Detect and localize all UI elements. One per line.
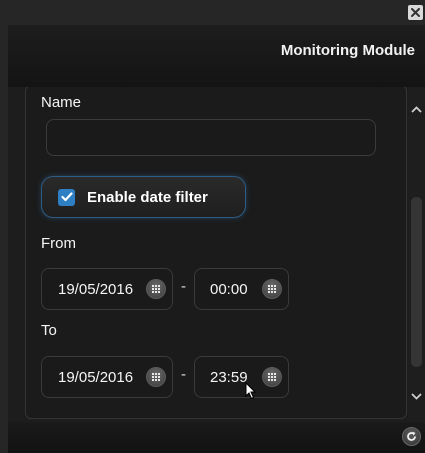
close-button[interactable]: [408, 5, 423, 20]
from-range-separator: -: [181, 278, 186, 295]
mouse-cursor-icon: [245, 382, 257, 400]
to-time-field[interactable]: 23:59: [194, 356, 289, 398]
close-icon: [411, 8, 420, 17]
filter-form: Name Enable date filter From 19/05/2016: [25, 87, 407, 419]
scroll-down-button[interactable]: [408, 386, 425, 406]
scroll-up-button[interactable]: [408, 99, 425, 119]
monitoring-window: Monitoring Module Name Enable date filte…: [0, 0, 425, 453]
name-input[interactable]: [46, 119, 376, 156]
date-filter-label: Enable date filter: [87, 188, 208, 206]
window-footer: [8, 422, 425, 453]
refresh-button[interactable]: [402, 427, 421, 446]
from-time-field[interactable]: 00:00: [194, 268, 289, 310]
from-date-picker-button[interactable]: [146, 279, 166, 299]
date-filter-checkbox[interactable]: [58, 188, 75, 206]
chevron-down-icon: [411, 392, 422, 400]
from-date-field[interactable]: 19/05/2016: [41, 268, 173, 310]
clock-grid-icon: [268, 285, 276, 293]
chevron-up-icon: [411, 105, 422, 113]
window-header: Monitoring Module: [8, 25, 425, 87]
clock-grid-icon: [268, 373, 276, 381]
refresh-icon: [407, 431, 416, 441]
from-time-picker-button[interactable]: [262, 279, 282, 299]
scroll-thumb[interactable]: [411, 197, 422, 367]
from-label: From: [41, 235, 76, 252]
vertical-scrollbar[interactable]: [408, 87, 425, 422]
to-label: To: [41, 322, 57, 339]
to-date-value: 19/05/2016: [58, 368, 134, 386]
to-range-separator: -: [181, 366, 186, 383]
calendar-grid-icon: [152, 285, 160, 293]
filter-panel: Name Enable date filter From 19/05/2016: [8, 87, 408, 422]
to-time-picker-button[interactable]: [262, 367, 282, 387]
to-date-field[interactable]: 19/05/2016: [41, 356, 173, 398]
from-date-value: 19/05/2016: [58, 280, 134, 298]
to-date-picker-button[interactable]: [146, 367, 166, 387]
window-title: Monitoring Module: [280, 42, 415, 59]
calendar-grid-icon: [152, 373, 160, 381]
check-icon: [60, 192, 73, 202]
name-label: Name: [41, 94, 82, 111]
from-time-value: 00:00: [210, 280, 248, 298]
enable-date-filter-toggle[interactable]: Enable date filter: [41, 176, 246, 218]
to-time-value: 23:59: [210, 368, 248, 386]
